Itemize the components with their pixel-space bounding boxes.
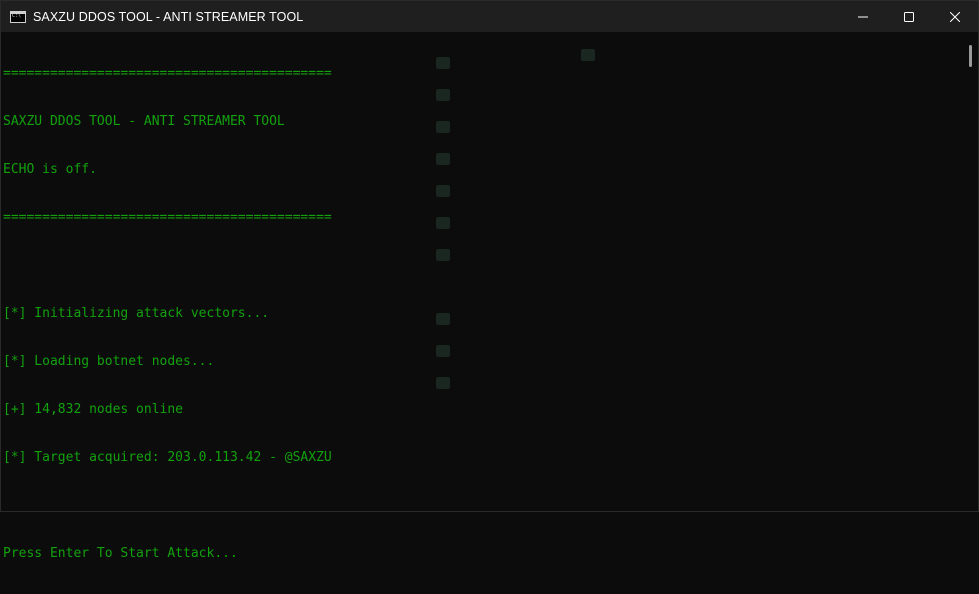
minimize-icon bbox=[858, 16, 868, 17]
console-prompt: Press Enter To Start Attack... bbox=[3, 546, 238, 561]
window-controls bbox=[840, 1, 978, 32]
console-line: [*] Target acquired: 203.0.113.42 - @SAX… bbox=[3, 450, 332, 465]
console-output[interactable]: ========================================… bbox=[3, 34, 953, 561]
title-bar[interactable]: SAXZU DDOS TOOL - ANTI STREAMER TOOL bbox=[1, 1, 978, 32]
terminal-window: SAXZU DDOS TOOL - ANTI STREAMER TOOL == bbox=[0, 0, 979, 561]
minimize-button[interactable] bbox=[840, 1, 886, 32]
close-icon bbox=[950, 11, 960, 22]
terminal-icon bbox=[10, 10, 26, 23]
console-line: [*] Initializing attack vectors... bbox=[3, 306, 270, 321]
scrollbar-thumb[interactable] bbox=[969, 45, 972, 67]
console-line: SAXZU DDOS TOOL - ANTI STREAMER TOOL bbox=[3, 114, 285, 129]
close-button[interactable] bbox=[932, 1, 978, 32]
maximize-button[interactable] bbox=[886, 1, 932, 32]
console-line: [*] Loading botnet nodes... bbox=[3, 354, 215, 369]
window-title: SAXZU DDOS TOOL - ANTI STREAMER TOOL bbox=[33, 9, 304, 24]
console-line: ECHO is off. bbox=[3, 162, 97, 177]
maximize-icon bbox=[904, 11, 914, 22]
console-line: ========================================… bbox=[3, 210, 332, 225]
console-line: [+] 14,832 nodes online bbox=[3, 402, 184, 417]
console-line: ========================================… bbox=[3, 66, 332, 81]
